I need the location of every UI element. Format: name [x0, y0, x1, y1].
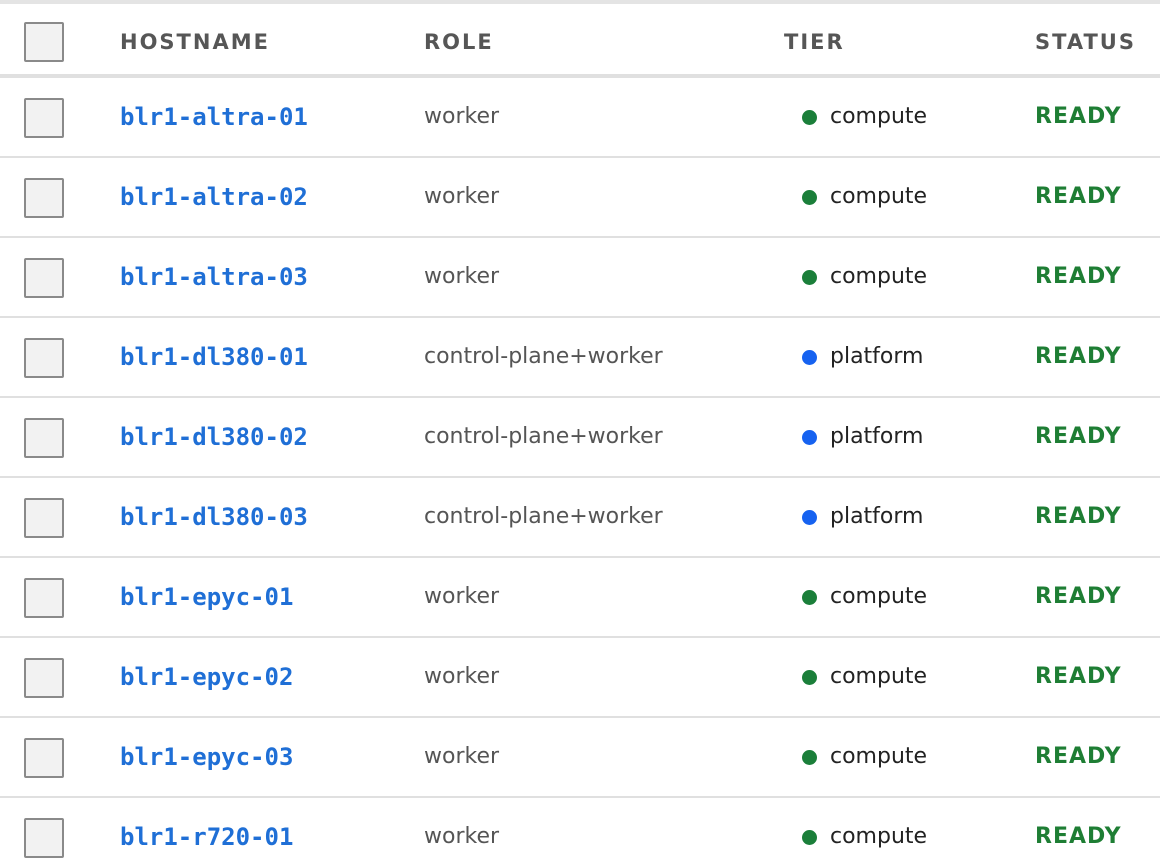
row-select-checkbox[interactable] — [24, 98, 64, 138]
status-badge: READY — [1035, 184, 1122, 209]
tier-status-dot-icon — [802, 589, 817, 605]
status-badge: READY — [1035, 504, 1122, 529]
role-cell: worker — [424, 744, 500, 769]
tier-status-dot-icon — [802, 349, 817, 365]
role-cell: worker — [424, 104, 500, 129]
tier-status-dot-icon — [802, 189, 817, 205]
row-select-checkbox[interactable] — [24, 338, 64, 378]
hostname-link[interactable]: blr1-dl380-01 — [120, 342, 308, 372]
status-badge: READY — [1035, 584, 1122, 609]
tier-cell: compute — [802, 822, 927, 852]
tier-label: compute — [830, 264, 928, 289]
column-header-hostname[interactable]: HOSTNAME — [120, 28, 270, 56]
hostname-link[interactable]: blr1-altra-01 — [120, 102, 308, 132]
table-row[interactable]: blr1-altra-03 worker compute READY — [0, 238, 1160, 318]
hostname-link[interactable]: blr1-dl380-03 — [120, 502, 308, 532]
tier-label: platform — [830, 344, 924, 369]
role-cell: worker — [424, 824, 500, 849]
table-row[interactable]: blr1-dl380-03 control-plane+worker platfor… — [0, 478, 1160, 558]
tier-cell: compute — [802, 662, 927, 692]
row-select-checkbox[interactable] — [24, 818, 64, 858]
hostname-link[interactable]: blr1-dl380-02 — [120, 422, 308, 452]
tier-status-dot-icon — [802, 269, 817, 285]
row-select-checkbox[interactable] — [24, 418, 64, 458]
role-cell: worker — [424, 664, 500, 689]
tier-cell: compute — [802, 102, 927, 132]
hostname-link[interactable]: blr1-r720-01 — [120, 822, 293, 852]
hostname-link[interactable]: blr1-epyc-02 — [120, 662, 293, 692]
status-badge: READY — [1035, 424, 1122, 449]
tier-cell: compute — [802, 582, 927, 612]
select-all-checkbox[interactable] — [24, 22, 64, 62]
tier-cell: compute — [802, 742, 927, 772]
column-header-status[interactable]: STATUS — [1035, 28, 1136, 56]
tier-cell: compute — [802, 182, 927, 212]
hostname-link[interactable]: blr1-epyc-03 — [120, 742, 293, 772]
tier-status-dot-icon — [802, 829, 817, 845]
tier-cell: platform — [802, 342, 923, 372]
tier-label: compute — [830, 664, 928, 689]
row-select-checkbox[interactable] — [24, 498, 64, 538]
hostname-link[interactable]: blr1-altra-02 — [120, 182, 308, 212]
tier-label: compute — [830, 184, 928, 209]
table-row[interactable]: blr1-altra-02 worker compute READY — [0, 158, 1160, 238]
table-row[interactable]: blr1-dl380-01 control-plane+worker platfor… — [0, 318, 1160, 398]
role-cell: worker — [424, 264, 500, 289]
tier-cell: platform — [802, 422, 923, 452]
tier-status-dot-icon — [802, 669, 817, 685]
role-cell: control-plane+worker — [424, 424, 663, 449]
tier-cell: compute — [802, 262, 927, 292]
hostname-link[interactable]: blr1-epyc-01 — [120, 582, 293, 612]
tier-label: compute — [830, 824, 928, 849]
role-cell: worker — [424, 184, 500, 209]
status-badge: READY — [1035, 744, 1122, 769]
column-header-tier[interactable]: TIER — [784, 28, 845, 56]
tier-label: compute — [830, 744, 928, 769]
tier-cell: platform — [802, 502, 923, 532]
hostname-link[interactable]: blr1-altra-03 — [120, 262, 308, 292]
row-select-checkbox[interactable] — [24, 178, 64, 218]
status-badge: READY — [1035, 264, 1122, 289]
table-row[interactable]: blr1-r720-01 worker compute READY — [0, 798, 1160, 860]
tier-label: compute — [830, 584, 928, 609]
row-select-checkbox[interactable] — [24, 738, 64, 778]
table-row[interactable]: blr1-epyc-01 worker compute READY — [0, 558, 1160, 638]
tier-status-dot-icon — [802, 509, 817, 525]
role-cell: control-plane+worker — [424, 344, 663, 369]
tier-status-dot-icon — [802, 109, 817, 125]
tier-label: compute — [830, 104, 928, 129]
table-row[interactable]: blr1-epyc-02 worker compute READY — [0, 638, 1160, 718]
tier-status-dot-icon — [802, 429, 817, 445]
table-row[interactable]: blr1-altra-01 worker compute READY — [0, 78, 1160, 158]
row-select-checkbox[interactable] — [24, 578, 64, 618]
status-badge: READY — [1035, 824, 1122, 849]
column-header-role[interactable]: ROLE — [424, 28, 494, 56]
hosts-table: HOSTNAME ROLE TIER STATUS blr1-altra-01 w… — [0, 0, 1160, 860]
table-row[interactable]: blr1-dl380-02 control-plane+worker platfor… — [0, 398, 1160, 478]
table-row[interactable]: blr1-epyc-03 worker compute READY — [0, 718, 1160, 798]
status-badge: READY — [1035, 104, 1122, 129]
status-badge: READY — [1035, 664, 1122, 689]
role-cell: control-plane+worker — [424, 504, 663, 529]
tier-label: platform — [830, 504, 924, 529]
status-badge: READY — [1035, 344, 1122, 369]
tier-status-dot-icon — [802, 749, 817, 765]
table-header-row: HOSTNAME ROLE TIER STATUS — [0, 4, 1160, 78]
role-cell: worker — [424, 584, 500, 609]
table-body: blr1-altra-01 worker compute READY blr1-altr… — [0, 78, 1160, 860]
tier-label: platform — [830, 424, 924, 449]
row-select-checkbox[interactable] — [24, 258, 64, 298]
row-select-checkbox[interactable] — [24, 658, 64, 698]
